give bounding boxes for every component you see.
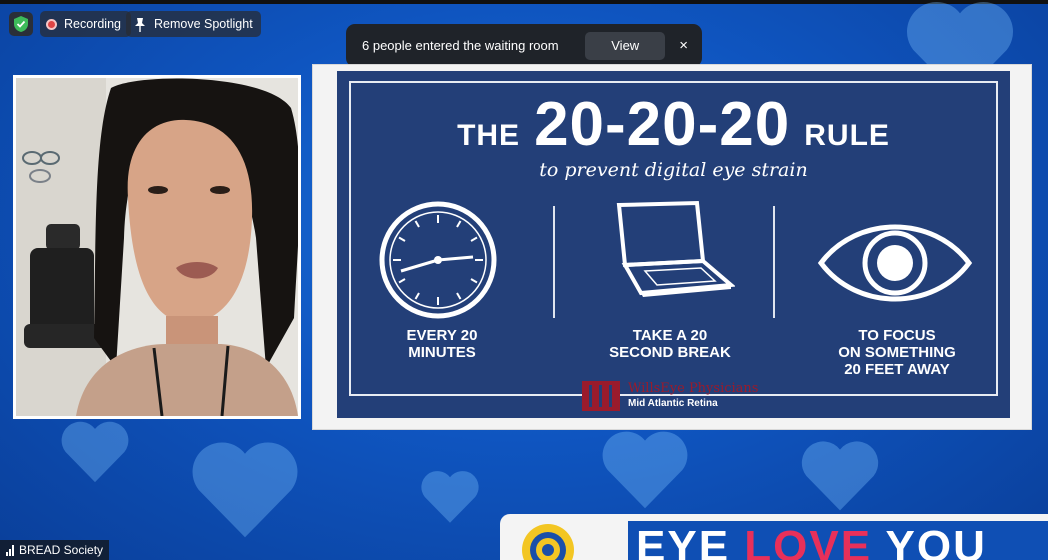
participant-video[interactable] <box>13 75 301 419</box>
background-heart-icon <box>602 431 688 509</box>
banner-word-love-l: L <box>744 522 774 560</box>
wills-eye-logo: WillsEye Physicians Mid Atlantic Retina <box>582 381 772 413</box>
caption-focus-20-feet: TO FOCUS ON SOMETHING 20 FEET AWAY <box>838 327 956 378</box>
record-icon <box>46 18 57 30</box>
waiting-room-notification: 6 people entered the waiting room View × <box>346 24 702 67</box>
eye-icon <box>817 224 973 302</box>
slide-title: THE 20-20-20 RULE <box>337 89 1010 160</box>
caption-every-20-minutes: EVERY 20 MINUTES <box>406 327 478 361</box>
title-rule-number: 20-20-20 <box>534 90 791 159</box>
window-top-strip <box>0 0 1048 4</box>
banner-title: EYE LOVE YOU <box>636 522 987 560</box>
pin-icon <box>135 17 145 32</box>
background-heart-icon <box>801 441 879 511</box>
title-suffix: RULE <box>804 119 890 152</box>
background-heart-icon <box>192 442 298 538</box>
participant-name-tag: BREAD Society <box>0 540 110 560</box>
notification-message: 6 people entered the waiting room <box>362 38 559 53</box>
banner-word-love-end: VE <box>809 522 873 560</box>
slide-divider <box>773 206 775 318</box>
clock-icon <box>379 201 497 319</box>
logo-name: WillsEye Physicians <box>628 381 759 396</box>
participant-name: BREAD Society <box>19 543 104 557</box>
shield-icon <box>14 16 28 32</box>
recording-label: Recording <box>64 17 121 31</box>
banner-word-you: YOU <box>872 522 987 560</box>
remove-spotlight-button[interactable]: Remove Spotlight <box>126 11 261 37</box>
signal-strength-icon <box>6 544 14 556</box>
caption-take-a-break: TAKE A 20 SECOND BREAK <box>609 327 731 361</box>
slide-subtitle: to prevent digital eye strain <box>539 159 808 181</box>
recording-indicator[interactable]: Recording <box>40 11 131 37</box>
close-icon[interactable]: × <box>679 37 688 54</box>
banner-heart-o: O <box>773 522 810 560</box>
background-heart-icon <box>61 421 129 483</box>
slide-divider <box>553 206 555 318</box>
title-prefix: THE <box>457 119 521 152</box>
organization-gear-logo <box>522 524 574 560</box>
video-feed <box>16 78 298 416</box>
remove-spotlight-label: Remove Spotlight <box>154 17 253 31</box>
shared-screen[interactable]: THE 20-20-20 RULE to prevent digital eye s… <box>312 64 1032 430</box>
laptop-icon <box>616 200 735 297</box>
logo-subtitle: Mid Atlantic Retina <box>628 398 718 409</box>
banner-word-eye: EYE <box>636 522 745 560</box>
view-button[interactable]: View <box>585 31 666 60</box>
person-video-image <box>16 78 298 416</box>
wills-eye-logo-mark <box>582 381 620 411</box>
background-heart-icon <box>421 471 479 523</box>
security-shield-button[interactable] <box>9 12 33 36</box>
eye-love-you-banner: EYE LOVE YOU <box>500 514 1048 560</box>
presentation-slide: THE 20-20-20 RULE to prevent digital eye s… <box>337 71 1010 418</box>
